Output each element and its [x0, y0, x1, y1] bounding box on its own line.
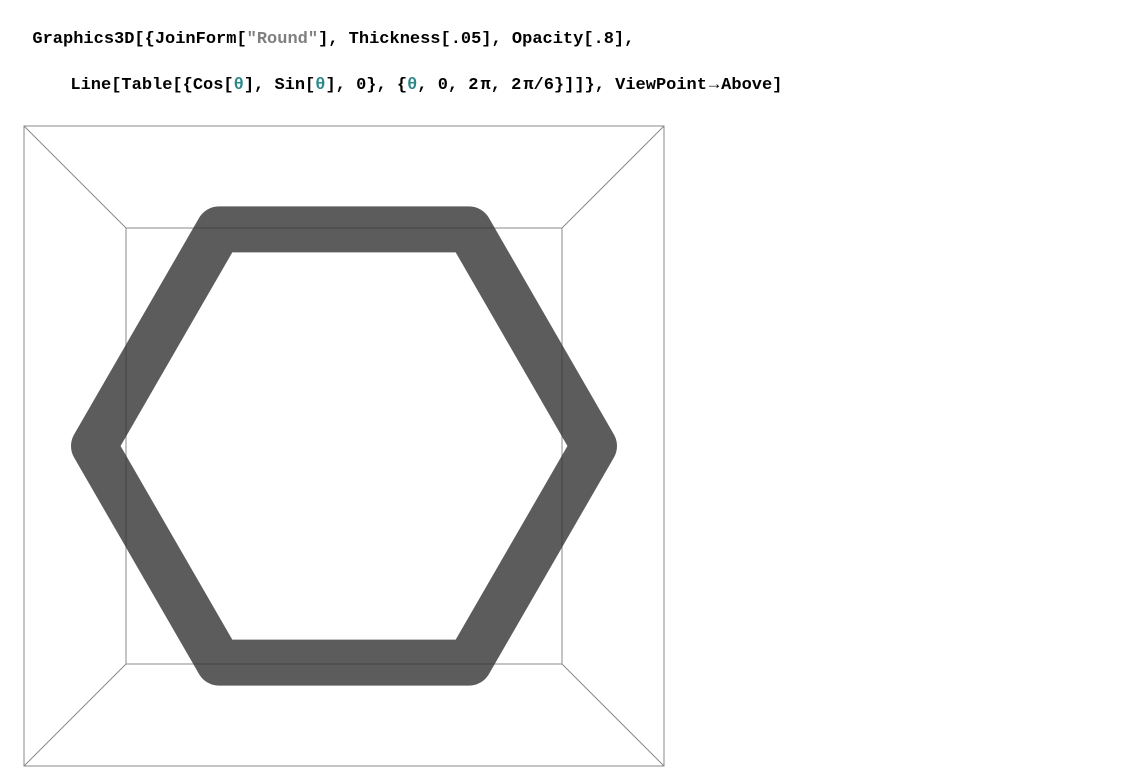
code-text: " [308, 30, 318, 49]
code-text: , 0, 2 [417, 76, 478, 95]
code-text: /6}]]}, ViewPoint [534, 76, 707, 95]
code-variable: θ [234, 76, 244, 95]
code-text: Graphics3D[{JoinForm[ [32, 30, 246, 49]
code-text: Line[Table[{Cos[ [70, 76, 233, 95]
code-text: Above] [721, 76, 782, 95]
code-variable: θ [407, 76, 417, 95]
code-text: π [479, 76, 491, 95]
code-text: " [247, 30, 257, 49]
code-text: ], 0}, { [325, 76, 407, 95]
code-text: → [707, 76, 721, 95]
code-string: Round [257, 30, 308, 49]
code-text: ], Thickness[.05], Opacity[.8], [318, 30, 634, 49]
code-text: π [521, 76, 533, 95]
input-code-line-1: Graphics3D[{JoinForm["Round"], Thickness… [12, 6, 1146, 52]
code-text: , 2 [491, 76, 522, 95]
code-variable: θ [315, 76, 325, 95]
hexagon-line [94, 229, 594, 662]
graphics3d-output[interactable] [14, 116, 1146, 782]
input-code-line-2: Line[Table[{Cos[θ], Sin[θ], 0}, {θ, 0, 2… [12, 52, 1146, 98]
graphics3d-svg [14, 116, 674, 776]
code-text: ], Sin[ [244, 76, 315, 95]
